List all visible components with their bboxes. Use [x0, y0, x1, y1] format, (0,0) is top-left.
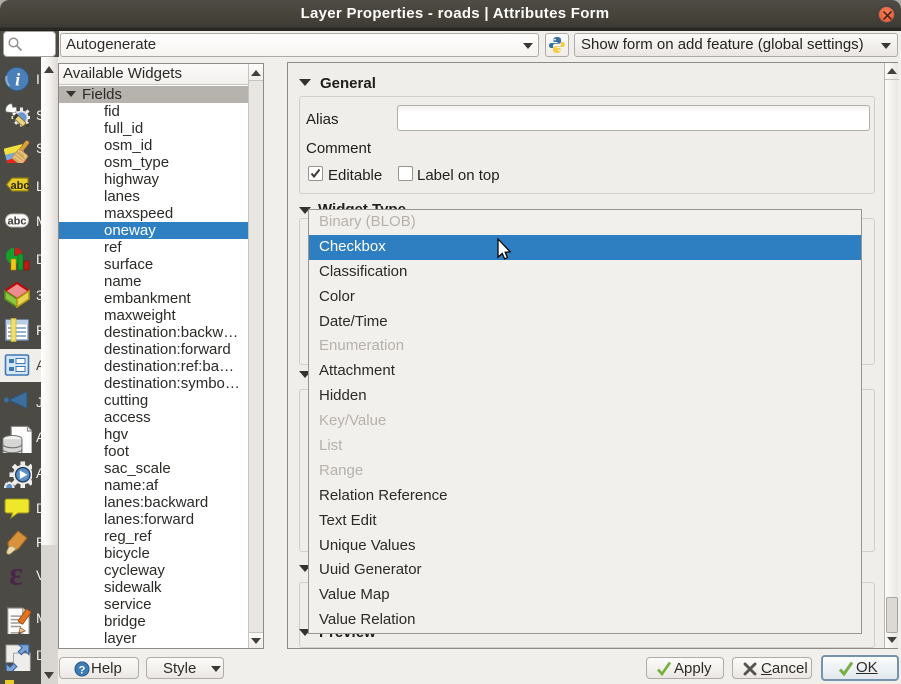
- svg-text:abc: abc: [10, 180, 29, 192]
- svg-text:i: i: [15, 70, 20, 90]
- svg-text:abc: abc: [8, 216, 27, 228]
- svg-text:ε: ε: [9, 559, 23, 589]
- svg-text:?: ?: [79, 665, 86, 677]
